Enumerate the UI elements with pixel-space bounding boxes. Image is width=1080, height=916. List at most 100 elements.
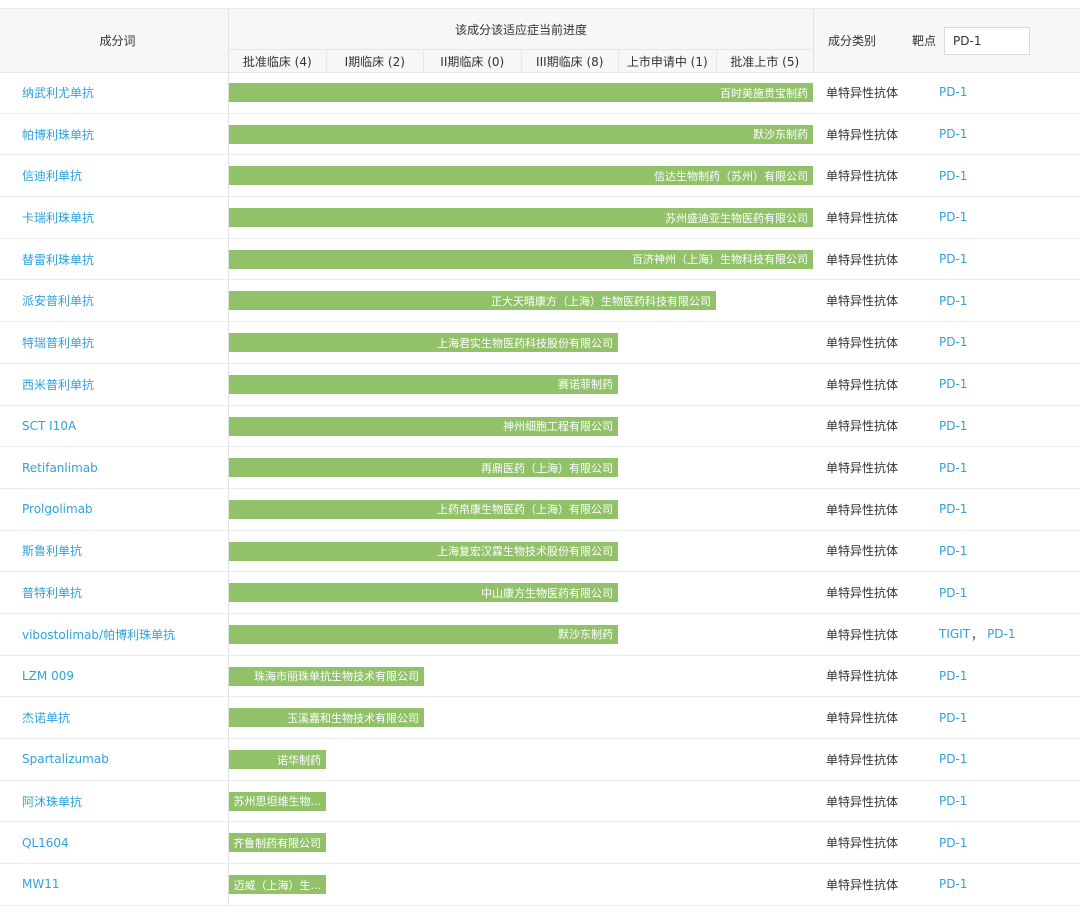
phase-header[interactable]: 批准临床 (4)	[229, 50, 327, 73]
progress-bar[interactable]: 正大天晴康方（上海）生物医药科技有限公司	[229, 291, 716, 311]
progress-bar[interactable]: 上海君实生物医药科技股份有限公司	[229, 333, 618, 353]
ingredient-link[interactable]: 纳武利尤单抗	[22, 72, 94, 113]
ingredient-link[interactable]: 派安普利单抗	[22, 280, 94, 321]
table-row: QL1604 齐鲁制药有限公司 单特异性抗体 PD-1	[0, 822, 1080, 865]
progress-bar[interactable]: 默沙东制药	[229, 624, 618, 644]
col-header-name[interactable]: 成分词	[8, 9, 227, 72]
ingredient-link[interactable]: 杰诺单抗	[22, 697, 70, 738]
table-row: 纳武利尤单抗 百时美施贵宝制药 单特异性抗体 PD-1	[0, 72, 1080, 114]
target-cell: PD-1	[939, 781, 967, 822]
ingredient-link[interactable]: 普特利单抗	[22, 572, 82, 613]
target-link[interactable]: PD-1	[939, 877, 967, 891]
pipeline-table: 成分词 该成分该适应症当前进度 批准临床 (4) I期临床 (2) II期临床 (0…	[0, 0, 1080, 916]
target-link[interactable]: PD-1	[939, 461, 967, 475]
target-cell: PD-1	[939, 572, 967, 613]
target-link[interactable]: PD-1	[939, 419, 967, 433]
progress-cell: 信达生物制药（苏州）有限公司	[228, 155, 813, 197]
target-cell: PD-1	[939, 822, 967, 863]
target-cell: PD-1	[939, 447, 967, 488]
target-link[interactable]: PD-1	[939, 544, 967, 558]
progress-bar[interactable]: 苏州盛迪亚生物医药有限公司	[229, 208, 813, 228]
phase-header[interactable]: I期临床 (2)	[327, 50, 424, 73]
ingredient-link[interactable]: 信迪利单抗	[22, 155, 82, 196]
target-cell: PD-1	[939, 656, 967, 697]
phase-header[interactable]: 上市申请中 (1)	[619, 50, 717, 73]
category-cell: 单特异性抗体	[826, 627, 899, 642]
ingredient-link[interactable]: 卡瑞利珠单抗	[22, 197, 94, 238]
progress-cell: 诺华制药	[228, 739, 813, 780]
ingredient-link[interactable]: 斯鲁利单抗	[22, 531, 82, 572]
target-link[interactable]: PD-1	[939, 752, 967, 766]
phase-header[interactable]: III期临床 (8)	[522, 50, 619, 73]
progress-cell: 苏州盛迪亚生物医药有限公司	[228, 197, 813, 238]
target-link[interactable]: PD-1	[939, 502, 967, 516]
progress-bar[interactable]: 神州细胞工程有限公司	[229, 416, 618, 436]
ingredient-link[interactable]: 帕博利珠单抗	[22, 114, 94, 155]
ingredient-link[interactable]: LZM 009	[22, 656, 74, 697]
target-link[interactable]: PD-1	[939, 252, 967, 266]
target-link[interactable]: PD-1	[939, 335, 967, 349]
target-cell: PD-1	[939, 489, 967, 530]
progress-cell: 正大天晴康方（上海）生物医药科技有限公司	[228, 280, 813, 322]
target-link[interactable]: PD-1	[939, 377, 967, 391]
ingredient-link[interactable]: vibostolimab/帕博利珠单抗	[22, 614, 175, 655]
ingredient-link[interactable]: MW11	[22, 864, 60, 905]
progress-bar[interactable]: 赛诺菲制药	[229, 374, 618, 394]
ingredient-link[interactable]: 阿沐珠单抗	[22, 781, 82, 822]
ingredient-link[interactable]: Spartalizumab	[22, 739, 109, 780]
phase-header[interactable]: 批准上市 (5)	[717, 50, 814, 73]
ingredient-link[interactable]: Prolgolimab	[22, 489, 93, 530]
target-link[interactable]: PD-1	[939, 169, 967, 183]
col-header-category[interactable]: 成分类别	[812, 9, 892, 72]
progress-bar[interactable]: 珠海市丽珠单抗生物技术有限公司	[229, 666, 424, 686]
target-link[interactable]: PD-1	[939, 794, 967, 808]
category-cell: 单特异性抗体	[826, 335, 899, 350]
ingredient-link[interactable]: 特瑞普利单抗	[22, 322, 94, 363]
table-row: LZM 009 珠海市丽珠单抗生物技术有限公司 单特异性抗体 PD-1	[0, 655, 1080, 698]
progress-cell: 迈威（上海）生...	[228, 864, 813, 905]
progress-bar[interactable]: 信达生物制药（苏州）有限公司	[229, 166, 813, 186]
phase-header[interactable]: II期临床 (0)	[424, 50, 522, 73]
target-link[interactable]: PD-1	[939, 85, 967, 99]
table-row: 阿沐珠单抗 苏州思坦维生物... 单特异性抗体 PD-1	[0, 780, 1080, 823]
category-cell: 单特异性抗体	[826, 544, 899, 559]
target-link[interactable]: PD-1	[939, 210, 967, 224]
target-link[interactable]: PD-1	[939, 294, 967, 308]
target-filter-input[interactable]	[944, 26, 1031, 55]
target-link[interactable]: PD-1	[939, 711, 967, 725]
target-link[interactable]: PD-1	[939, 669, 967, 683]
category-cell: 单特异性抗体	[826, 85, 899, 100]
category-cell: 单特异性抗体	[826, 836, 899, 851]
ingredient-link[interactable]: 替雷利珠单抗	[22, 239, 94, 280]
category-cell: 单特异性抗体	[826, 794, 899, 809]
table-row: Prolgolimab 上药帛康生物医药（上海）有限公司 单特异性抗体 PD-1	[0, 488, 1080, 531]
category-cell: 单特异性抗体	[826, 711, 899, 726]
progress-bar[interactable]: 上海复宏汉霖生物技术股份有限公司	[229, 541, 618, 561]
progress-bar[interactable]: 诺华制药	[229, 750, 326, 769]
table-body: 纳武利尤单抗 百时美施贵宝制药 单特异性抗体 PD-1 帕博利珠单抗 默沙东制药 单特异性抗…	[0, 72, 1080, 906]
ingredient-link[interactable]: 西米普利单抗	[22, 364, 94, 405]
target-link[interactable]: PD-1	[987, 627, 1015, 641]
progress-cell: 齐鲁制药有限公司	[228, 822, 813, 864]
progress-bar[interactable]: 再鼎医药（上海）有限公司	[229, 458, 618, 478]
table-row: SCT I10A 神州细胞工程有限公司 单特异性抗体 PD-1	[0, 405, 1080, 448]
progress-bar[interactable]: 百时美施贵宝制药	[229, 83, 813, 102]
target-link[interactable]: PD-1	[939, 127, 967, 141]
progress-bar[interactable]: 中山康方生物医药有限公司	[229, 583, 618, 603]
progress-bar[interactable]: 迈威（上海）生...	[229, 875, 326, 895]
col-header-target: 靶点	[912, 9, 1072, 72]
progress-bar[interactable]: 百济神州（上海）生物科技有限公司	[229, 249, 813, 269]
progress-bar[interactable]: 上药帛康生物医药（上海）有限公司	[229, 499, 618, 519]
target-link[interactable]: PD-1	[939, 836, 967, 850]
progress-bar[interactable]: 苏州思坦维生物...	[229, 791, 326, 811]
progress-bar[interactable]: 玉溪嘉和生物技术有限公司	[229, 708, 424, 728]
table-row: Spartalizumab 诺华制药 单特异性抗体 PD-1	[0, 739, 1080, 781]
ingredient-link[interactable]: SCT I10A	[22, 406, 76, 447]
ingredient-link[interactable]: QL1604	[22, 822, 69, 863]
target-cell: PD-1	[939, 239, 967, 280]
target-link[interactable]: PD-1	[939, 586, 967, 600]
progress-bar[interactable]: 默沙东制药	[229, 124, 813, 144]
progress-bar[interactable]: 齐鲁制药有限公司	[229, 833, 326, 853]
target-link[interactable]: TIGIT	[939, 627, 970, 641]
ingredient-link[interactable]: Retifanlimab	[22, 447, 98, 488]
